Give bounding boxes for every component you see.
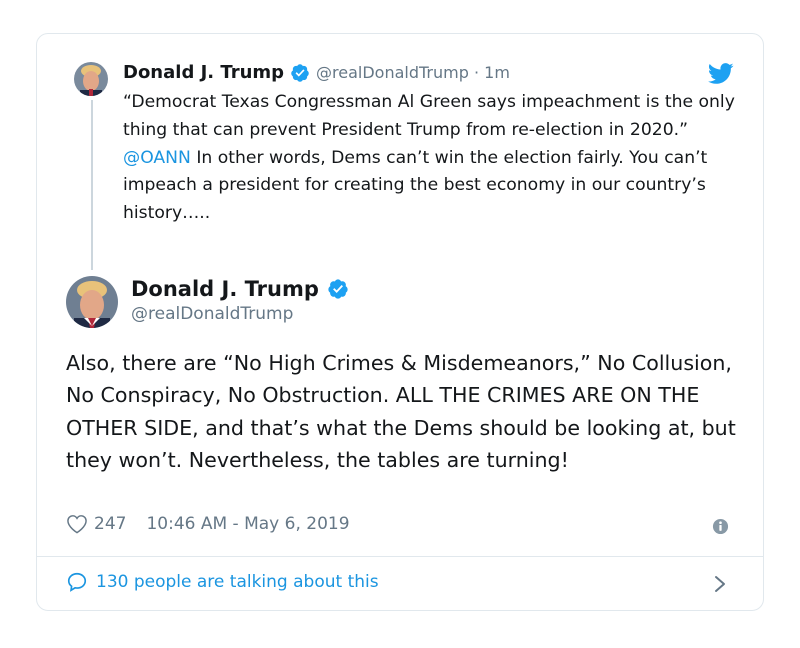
- main-author-handle[interactable]: @realDonaldTrump: [131, 304, 293, 324]
- verified-badge-icon: [327, 278, 349, 300]
- main-tweet-text: Also, there are “No High Crimes & Misdem…: [66, 351, 736, 472]
- parent-text-before: “Democrat Texas Congressman Al Green say…: [123, 92, 735, 140]
- parent-author-avatar[interactable]: [74, 62, 108, 96]
- tweet-footer: 247 10:46 AM - May 6, 2019: [66, 514, 350, 534]
- parent-tweet-text: “Democrat Texas Congressman Al Green say…: [123, 89, 743, 228]
- verified-badge-icon: [290, 63, 310, 83]
- thread-connector-line: [91, 100, 93, 270]
- tweet-timestamp[interactable]: 10:46 AM - May 6, 2019: [146, 514, 349, 534]
- info-icon[interactable]: [712, 518, 729, 535]
- twitter-bird-icon[interactable]: [708, 63, 734, 85]
- heart-icon[interactable]: [66, 514, 88, 534]
- mention-link[interactable]: @OANN: [123, 148, 191, 168]
- main-author-name[interactable]: Donald J. Trump: [131, 277, 319, 301]
- like-count[interactable]: 247: [94, 514, 126, 534]
- card-divider: [37, 556, 763, 557]
- parent-text-after: In other words, Dems can’t win the elect…: [123, 147, 708, 224]
- main-author-header: Donald J. Trump: [131, 277, 349, 301]
- parent-author-name[interactable]: Donald J. Trump: [123, 62, 284, 83]
- chevron-right-icon[interactable]: [712, 574, 728, 594]
- talking-about-label[interactable]: 130 people are talking about this: [96, 572, 379, 592]
- parent-tweet-header: Donald J. Trump @realDonaldTrump · 1m: [123, 62, 510, 83]
- parent-handle-time[interactable]: @realDonaldTrump · 1m: [316, 63, 510, 82]
- speech-bubble-icon: [67, 572, 87, 592]
- talking-about-link[interactable]: 130 people are talking about this: [66, 571, 379, 593]
- main-author-avatar[interactable]: [66, 276, 118, 328]
